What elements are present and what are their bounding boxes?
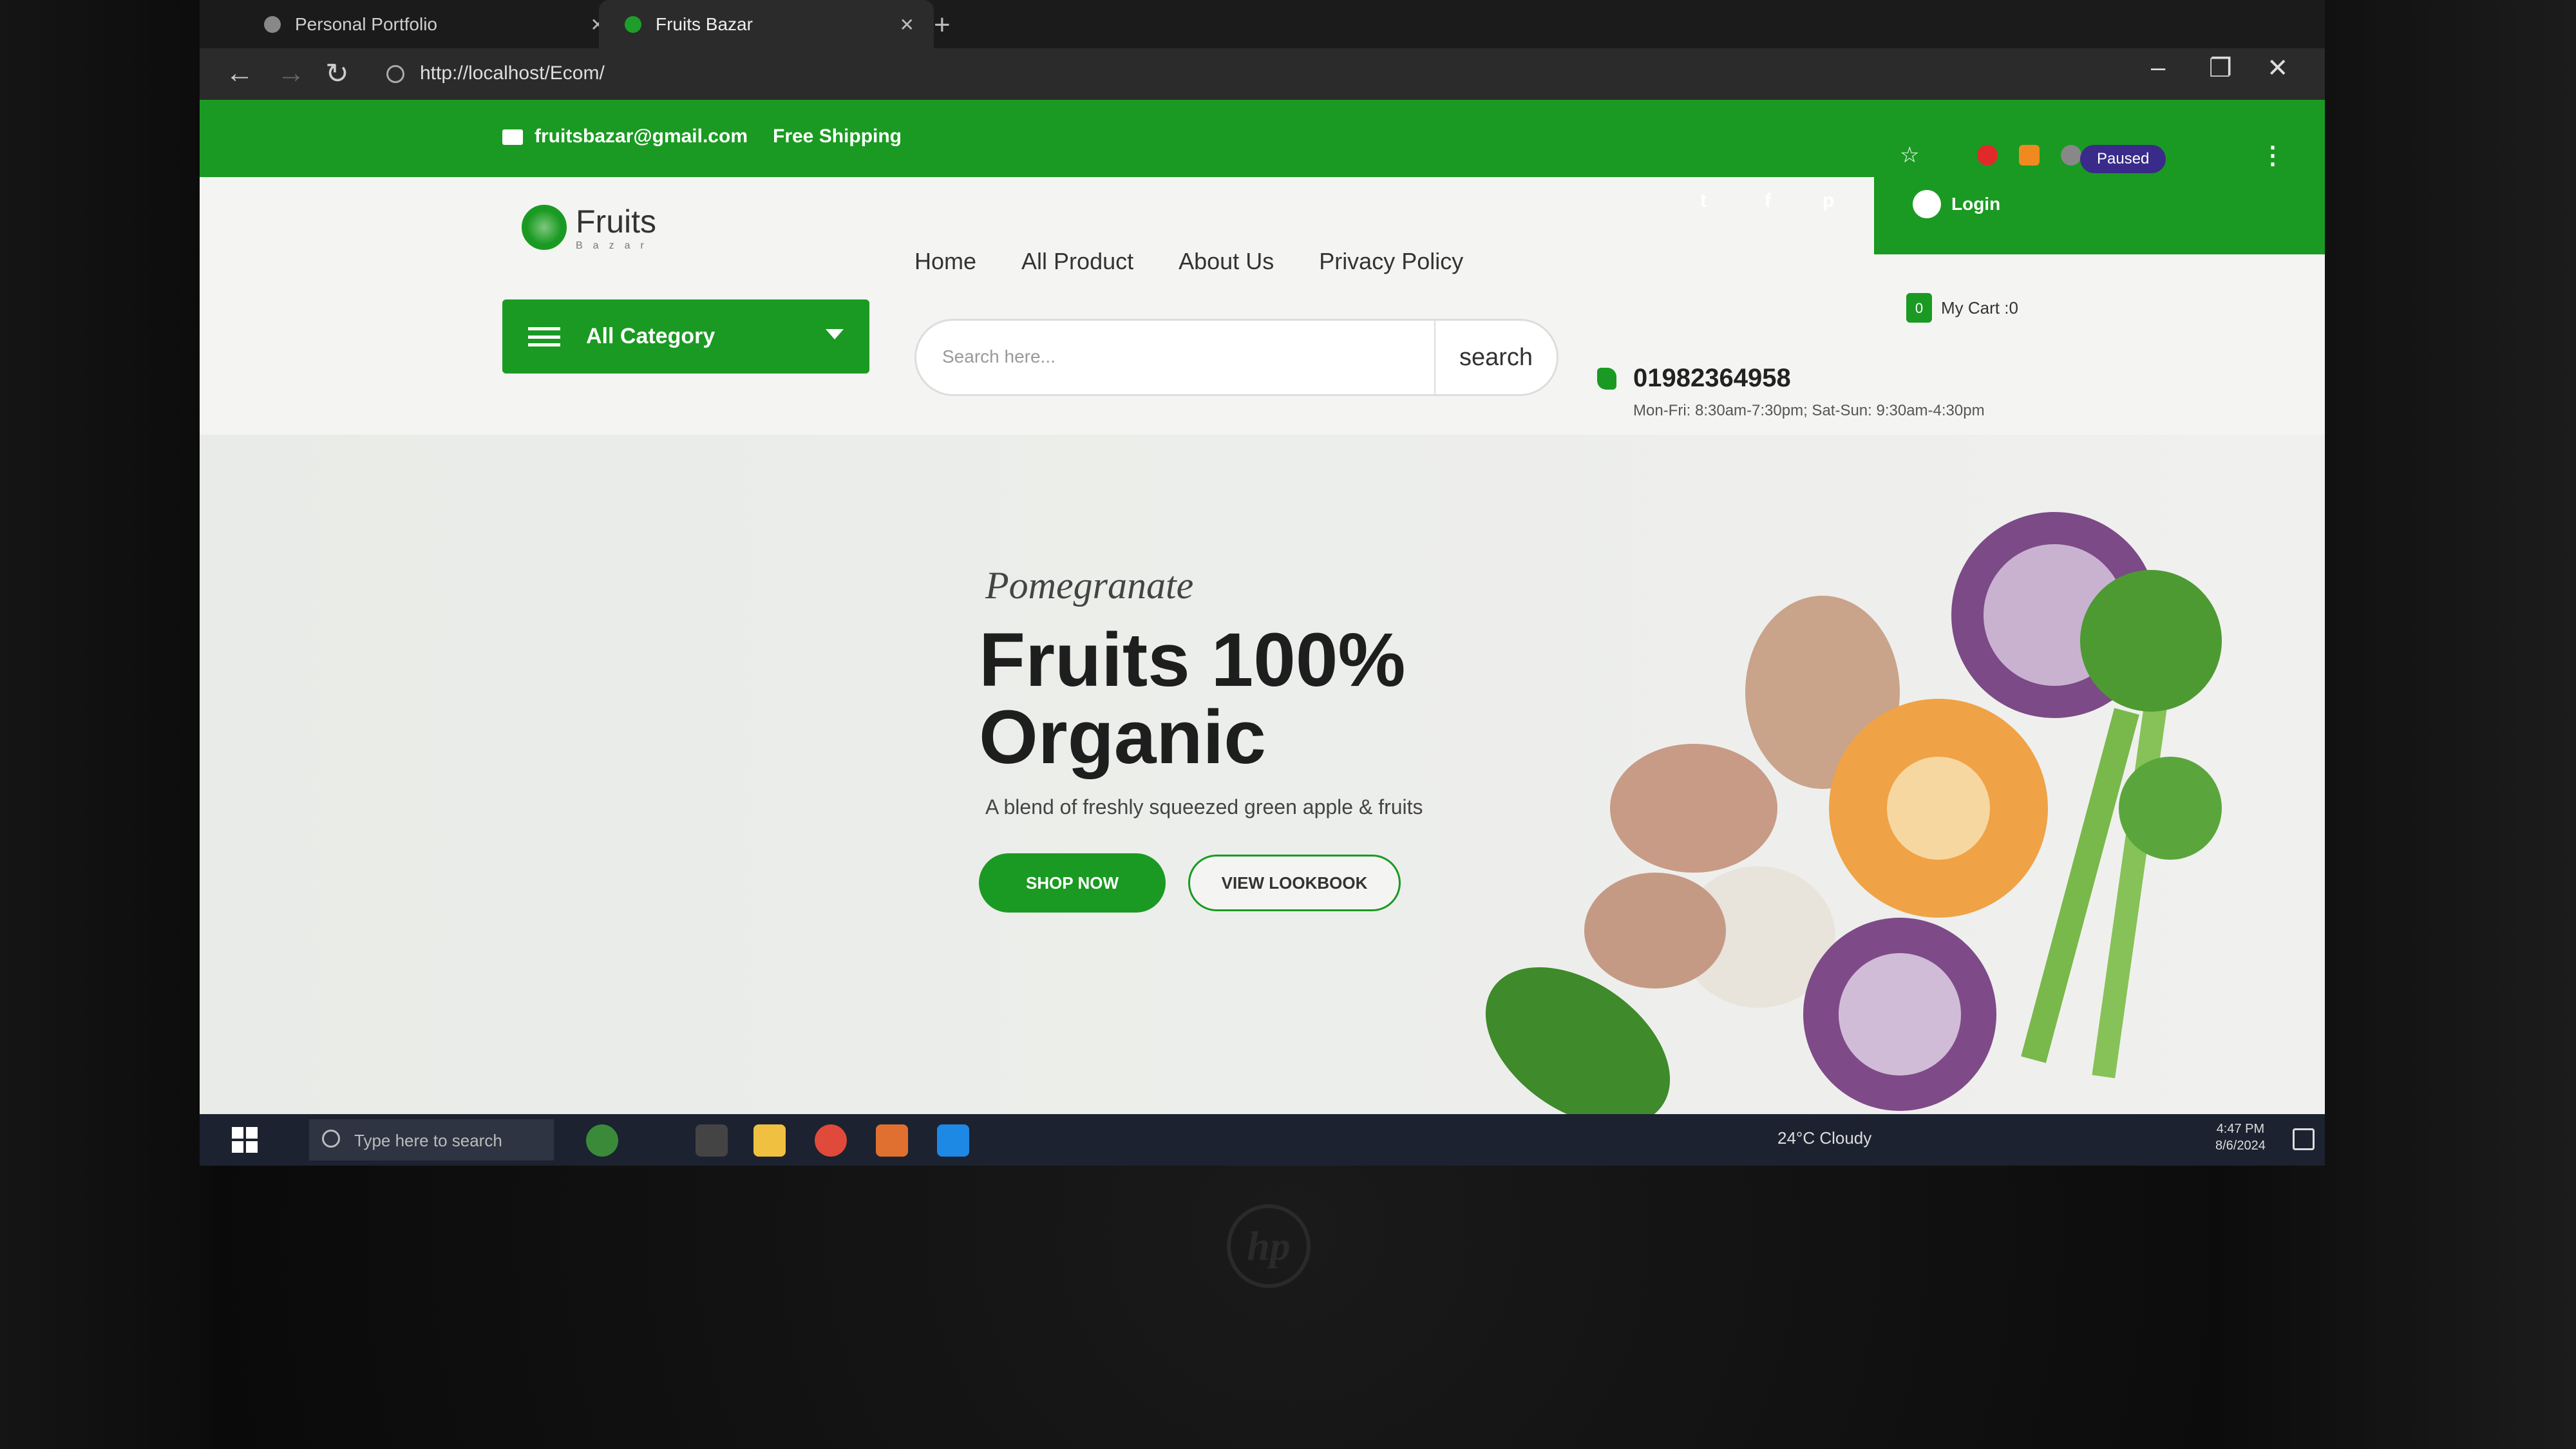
website: fruitsbazar@gmail.com Free Shipping ☆ Pa… — [200, 100, 2325, 1114]
site-info-icon[interactable] — [386, 65, 404, 84]
profile-paused-badge[interactable]: Paused — [2080, 145, 2166, 173]
extension-icon[interactable] — [2019, 145, 2040, 166]
chevron-down-icon — [826, 329, 844, 339]
bag-icon: 0 — [1906, 293, 1932, 323]
phone-number[interactable]: 01982364958 — [1633, 364, 1791, 393]
bezel-left — [0, 0, 213, 1449]
windows-taskbar: Type here to search 24°C Cloudy 4:47 PM … — [200, 1114, 2325, 1166]
free-shipping-label: Free Shipping — [773, 126, 902, 147]
login-link[interactable]: Login — [1913, 190, 2000, 218]
nav-privacy-policy[interactable]: Privacy Policy — [1319, 248, 1463, 275]
system-clock[interactable]: 4:47 PM 8/6/2024 — [2215, 1121, 2266, 1154]
pinterest-icon[interactable]: p — [1823, 190, 1834, 212]
notification-icon[interactable] — [2293, 1128, 2315, 1150]
opening-hours: Mon-Fri: 8:30am-7:30pm; Sat-Sun: 9:30am-… — [1633, 402, 1985, 419]
windows-icon[interactable] — [232, 1127, 258, 1153]
brand-name: Fruits — [576, 204, 656, 240]
phone-contact: 01982364958 Mon-Fri: 8:30am-7:30pm; Sat-… — [1597, 364, 1985, 420]
hp-logo-icon: hp — [1227, 1204, 1311, 1288]
menu-icon — [528, 327, 560, 346]
nav-about-us[interactable]: About Us — [1179, 248, 1274, 275]
url-text: http://localhost/Ecom/ — [420, 62, 605, 84]
tab-close-icon[interactable]: ✕ — [900, 14, 914, 35]
user-icon — [1913, 190, 1941, 218]
cart-label: My Cart :0 — [1941, 298, 2018, 317]
screen: Personal Portfolio ✕ Fruits Bazar ✕ + ← … — [200, 0, 2325, 1166]
taskbar-widget-icon[interactable] — [586, 1124, 618, 1157]
search-input[interactable]: Search here... — [942, 346, 1056, 367]
site-logo[interactable]: Fruits Bazar — [522, 203, 656, 252]
back-icon[interactable]: ← — [225, 57, 254, 90]
contact-email[interactable]: fruitsbazar@gmail.com — [502, 126, 748, 147]
search-icon — [322, 1130, 340, 1148]
tab-fruits-bazar[interactable]: Fruits Bazar ✕ — [599, 0, 934, 48]
hero-kicker: Pomegranate — [985, 564, 1194, 607]
tab-bar: Personal Portfolio ✕ Fruits Bazar ✕ + — [200, 0, 2325, 48]
bookmark-star-icon[interactable]: ☆ — [1900, 142, 1919, 168]
app-icon[interactable] — [876, 1124, 908, 1157]
vegetables-image — [1485, 512, 2222, 1114]
hero-banner: Pomegranate Fruits 100% Organic A blend … — [200, 435, 2325, 1114]
main-nav: Home All Product About Us Privacy Policy — [914, 248, 1463, 275]
vscode-icon[interactable] — [937, 1124, 969, 1157]
forward-icon[interactable]: → — [277, 57, 305, 90]
tab-label: Personal Portfolio — [295, 14, 438, 34]
leaf-logo-icon — [522, 205, 567, 250]
search-box: Search here... search — [914, 319, 1558, 396]
reload-icon[interactable]: ↻ — [325, 57, 349, 90]
clock-date: 8/6/2024 — [2215, 1139, 2266, 1153]
address-bar: ← → ↻ http://localhost/Ecom/ – ❐ ✕ — [200, 48, 2325, 100]
view-lookbook-button[interactable]: VIEW LOOKBOOK — [1188, 855, 1401, 911]
minimize-icon[interactable]: – — [2151, 53, 2165, 82]
mail-icon — [502, 129, 523, 146]
hero-blurb: A blend of freshly squeezed green apple … — [985, 795, 1423, 819]
search-button[interactable]: search — [1434, 321, 1557, 394]
weather-widget[interactable]: 24°C Cloudy — [1777, 1128, 1871, 1148]
my-cart[interactable]: 0 My Cart :0 — [1906, 293, 2018, 323]
task-view-icon[interactable] — [696, 1124, 728, 1157]
new-tab-button[interactable]: + — [934, 9, 951, 41]
category-label: All Category — [586, 324, 715, 348]
file-explorer-icon[interactable] — [753, 1124, 786, 1157]
clock-time: 4:47 PM — [2216, 1122, 2265, 1136]
taskbar-search-placeholder: Type here to search — [354, 1131, 502, 1150]
taskbar-search-input[interactable]: Type here to search — [309, 1119, 554, 1160]
tab-favicon-icon — [264, 15, 281, 33]
tab-label: Fruits Bazar — [656, 14, 753, 34]
phone-icon — [1597, 367, 1616, 390]
tab-favicon-icon — [625, 15, 641, 33]
login-text: Login — [1951, 194, 2001, 214]
url-field[interactable]: http://localhost/Ecom/ — [386, 62, 605, 84]
facebook-icon[interactable]: f — [1765, 190, 1771, 212]
email-text: fruitsbazar@gmail.com — [535, 126, 748, 147]
header-green-panel — [1874, 100, 2325, 254]
all-category-button[interactable]: All Category — [502, 299, 869, 374]
nav-home[interactable]: Home — [914, 248, 976, 275]
twitter-icon[interactable]: t — [1700, 190, 1707, 212]
browser-menu-icon[interactable]: ⋮ — [2260, 141, 2285, 170]
shop-now-button[interactable]: SHOP NOW — [979, 853, 1166, 913]
extension-icon[interactable] — [1977, 145, 1998, 166]
nav-all-product[interactable]: All Product — [1021, 248, 1133, 275]
extension-icon[interactable] — [2061, 145, 2081, 166]
restore-icon[interactable]: ❐ — [2209, 53, 2232, 83]
tab-personal-portfolio[interactable]: Personal Portfolio ✕ — [238, 0, 625, 48]
brand-subtitle: Bazar — [576, 240, 654, 251]
chrome-icon[interactable] — [815, 1124, 847, 1157]
close-window-icon[interactable]: ✕ — [2267, 53, 2289, 83]
